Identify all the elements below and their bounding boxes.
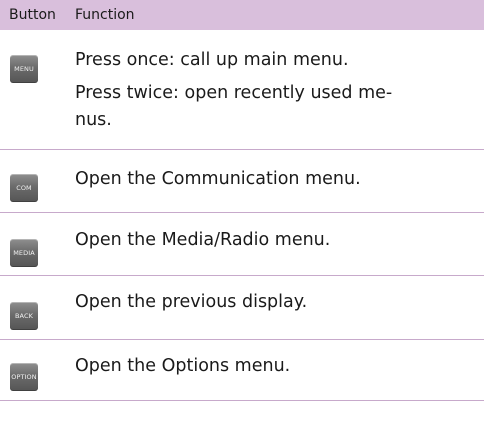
option-button-icon: OPTION — [10, 363, 38, 391]
table-row-back: BACK Open the previous display. — [0, 276, 484, 340]
table-row-menu: MENU Press once: call up main menu. Pres… — [0, 30, 484, 150]
table-header: Button Function — [0, 0, 484, 30]
table-row-com: COM Open the Communication menu. — [0, 150, 484, 213]
back-function: Open the previous display. — [75, 292, 308, 312]
com-function: Open the Communication menu. — [75, 169, 361, 189]
table-row-option: OPTION Open the Options menu. — [0, 340, 484, 401]
media-button-icon: MEDIA — [10, 239, 38, 267]
menu-function-line-1: Press once: call up main menu. — [75, 50, 349, 70]
header-button-column: Button — [9, 7, 56, 23]
menu-function-line-2: Press twice: open recently used me- — [75, 83, 393, 103]
menu-button-icon: MENU — [10, 55, 38, 83]
menu-function-line-3: nus. — [75, 110, 112, 130]
button-function-table: Button Function MENU Press once: call up… — [0, 0, 484, 401]
back-button-icon: BACK — [10, 302, 38, 330]
table-row-media: MEDIA Open the Media/Radio menu. — [0, 213, 484, 276]
menu-function: Press once: call up main menu. Press twi… — [75, 47, 484, 149]
media-function: Open the Media/Radio menu. — [75, 230, 331, 250]
option-function: Open the Options menu. — [75, 356, 291, 376]
header-function-column: Function — [75, 7, 135, 23]
com-button-icon: COM — [10, 174, 38, 202]
